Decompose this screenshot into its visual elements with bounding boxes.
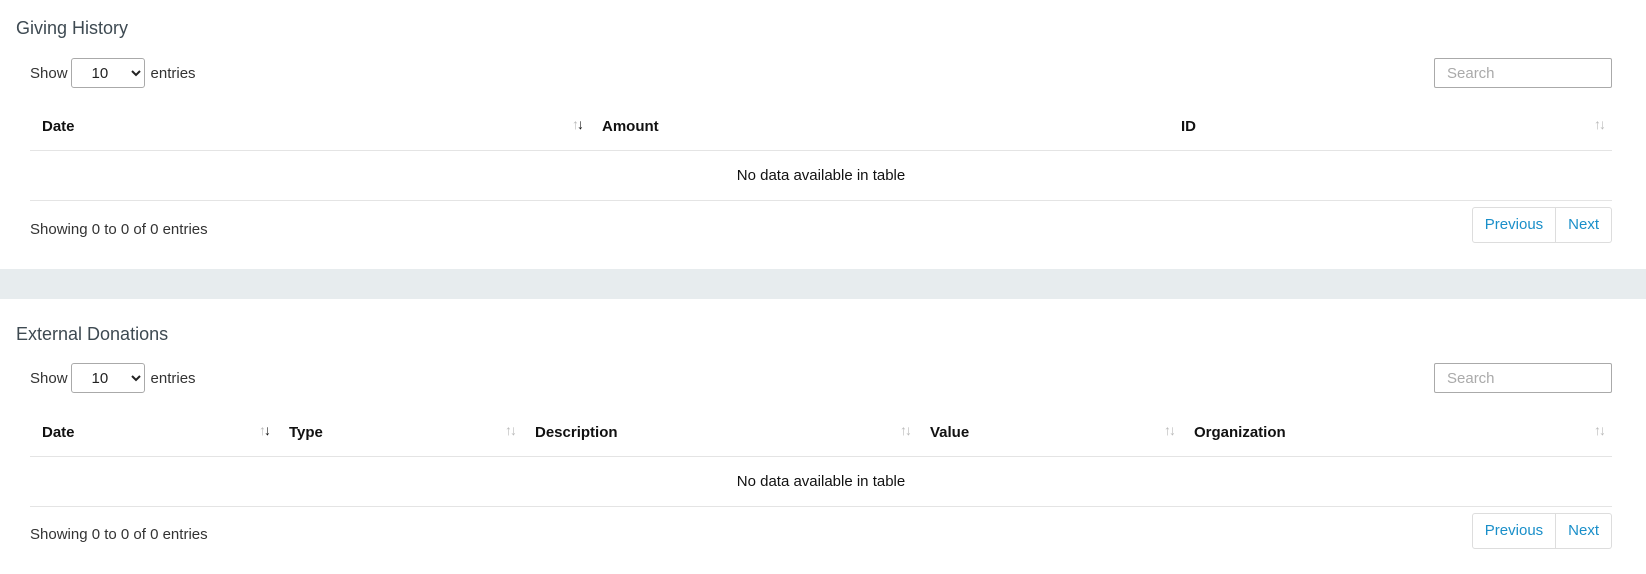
sort-icon: ↑↓ <box>900 422 912 438</box>
external-donations-panel: External Donations Show 10 entries Date … <box>0 299 1646 574</box>
show-label: Show <box>30 64 68 82</box>
entries-label: entries <box>150 64 196 82</box>
pagination: Previous Next <box>1471 513 1612 549</box>
column-label: ID <box>1181 117 1196 135</box>
table-row: No data available in table <box>30 456 1612 507</box>
column-header-organization[interactable]: Organization ↑↓ <box>1182 408 1612 457</box>
giving-history-table: Date ↑↓ Amount ID ↑↓ No data available i… <box>30 102 1612 201</box>
page-length-control: Show 10 entries <box>30 363 196 393</box>
external-donations-table: Date ↑↓ Type ↑↓ Description ↑↓ Value ↑↓ … <box>30 408 1612 507</box>
sort-icon: ↑↓ <box>1164 422 1176 438</box>
entries-label: entries <box>150 369 196 387</box>
pagination: Previous Next <box>1471 207 1612 243</box>
column-header-id[interactable]: ID ↑↓ <box>1169 102 1612 151</box>
column-header-date[interactable]: Date ↑↓ <box>30 102 590 151</box>
next-button[interactable]: Next <box>1556 513 1612 549</box>
column-label: Organization <box>1194 423 1286 441</box>
table-info: Showing 0 to 0 of 0 entries <box>30 221 208 238</box>
column-label: Type <box>289 423 323 441</box>
giving-history-panel: Giving History Show 10 entries Date ↑↓ A… <box>0 0 1646 269</box>
page-length-control: Show 10 entries <box>30 58 196 88</box>
column-label: Description <box>535 423 618 441</box>
column-header-date[interactable]: Date ↑↓ <box>30 408 277 457</box>
next-button[interactable]: Next <box>1556 207 1612 243</box>
panel-title: External Donations <box>16 324 169 344</box>
column-label: Date <box>42 423 75 441</box>
sort-icon: ↑↓ <box>1594 422 1606 438</box>
previous-button[interactable]: Previous <box>1471 513 1557 549</box>
sort-icon: ↑↓ <box>505 422 517 438</box>
column-header-value[interactable]: Value ↑↓ <box>918 408 1182 457</box>
empty-table-message: No data available in table <box>30 150 1612 201</box>
page-length-select[interactable]: 10 <box>70 363 145 393</box>
column-label: Value <box>930 423 970 441</box>
column-label: Amount <box>602 117 659 135</box>
previous-button[interactable]: Previous <box>1471 207 1557 243</box>
sort-descending-icon: ↑↓ <box>572 116 584 132</box>
sort-icon: ↑↓ <box>1594 116 1606 132</box>
search-input[interactable] <box>1434 363 1612 393</box>
empty-table-message: No data available in table <box>30 456 1612 507</box>
column-header-description[interactable]: Description ↑↓ <box>523 408 918 457</box>
search-input[interactable] <box>1434 58 1612 88</box>
column-header-amount: Amount <box>590 102 1169 151</box>
table-row: No data available in table <box>30 150 1612 201</box>
sort-descending-icon: ↑↓ <box>259 422 271 438</box>
table-header-row: Date ↑↓ Amount ID ↑↓ <box>30 102 1612 151</box>
page-length-select[interactable]: 10 <box>70 58 145 88</box>
table-header-row: Date ↑↓ Type ↑↓ Description ↑↓ Value ↑↓ … <box>30 408 1612 457</box>
section-divider <box>0 269 1646 299</box>
panel-title: Giving History <box>16 18 129 38</box>
table-info: Showing 0 to 0 of 0 entries <box>30 526 208 543</box>
column-label: Date <box>42 117 75 135</box>
show-label: Show <box>30 369 68 387</box>
column-header-type[interactable]: Type ↑↓ <box>277 408 523 457</box>
